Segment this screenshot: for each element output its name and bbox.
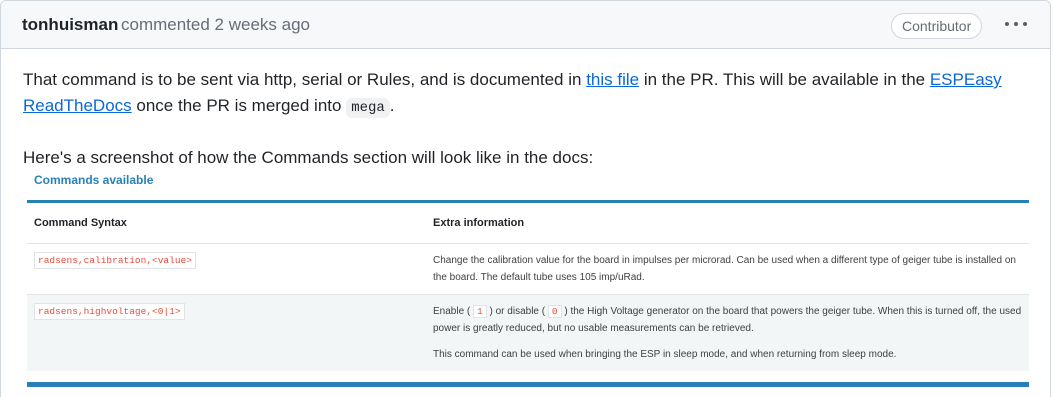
table-bottom-rule: [27, 382, 1029, 387]
author-link[interactable]: tonhuisman: [22, 15, 118, 35]
column-header-extra-information: Extra information: [426, 201, 1029, 244]
row-info-note: This command can be used when bringing t…: [433, 349, 897, 360]
inline-code-mega: mega: [346, 98, 390, 118]
table-row: radsens,highvoltage,<0|1> Enable ( 1 ) o…: [27, 294, 1029, 372]
row-info: Enable ( 1 ) or disable ( 0 ) the High V…: [426, 295, 1029, 372]
command-highvoltage: radsens,highvoltage,<0|1>: [34, 303, 185, 320]
table-row: radsens,calibration,<value> Change the c…: [27, 244, 1029, 295]
more-options-icon[interactable]: [1002, 12, 1030, 36]
table-header-row: Command Syntax Extra information: [27, 201, 1029, 244]
row-info: Change the calibration value for the boa…: [433, 255, 1016, 283]
commands-table: Command Syntax Extra information radsens…: [27, 200, 1029, 371]
comment-box: tonhuisman commented 2 weeks ago Contrib…: [0, 0, 1051, 397]
column-header-command-syntax: Command Syntax: [27, 201, 426, 244]
paragraph-1: That command is to be sent via http, ser…: [23, 70, 1002, 118]
command-calibration: radsens,calibration,<value>: [34, 252, 196, 269]
comment-timestamp[interactable]: commented 2 weeks ago: [121, 15, 310, 35]
contributor-badge: Contributor: [891, 13, 983, 39]
code-enable: 1: [473, 305, 487, 318]
paragraph-2: Here's a screenshot of how the Commands …: [23, 148, 594, 167]
comment-body: That command is to be sent via http, ser…: [23, 67, 1033, 167]
this-file-link[interactable]: this file: [586, 70, 639, 89]
screenshot-title: Commands available: [34, 173, 154, 187]
code-disable: 0: [547, 305, 562, 318]
comment-header: tonhuisman commented 2 weeks ago Contrib…: [1, 1, 1050, 49]
